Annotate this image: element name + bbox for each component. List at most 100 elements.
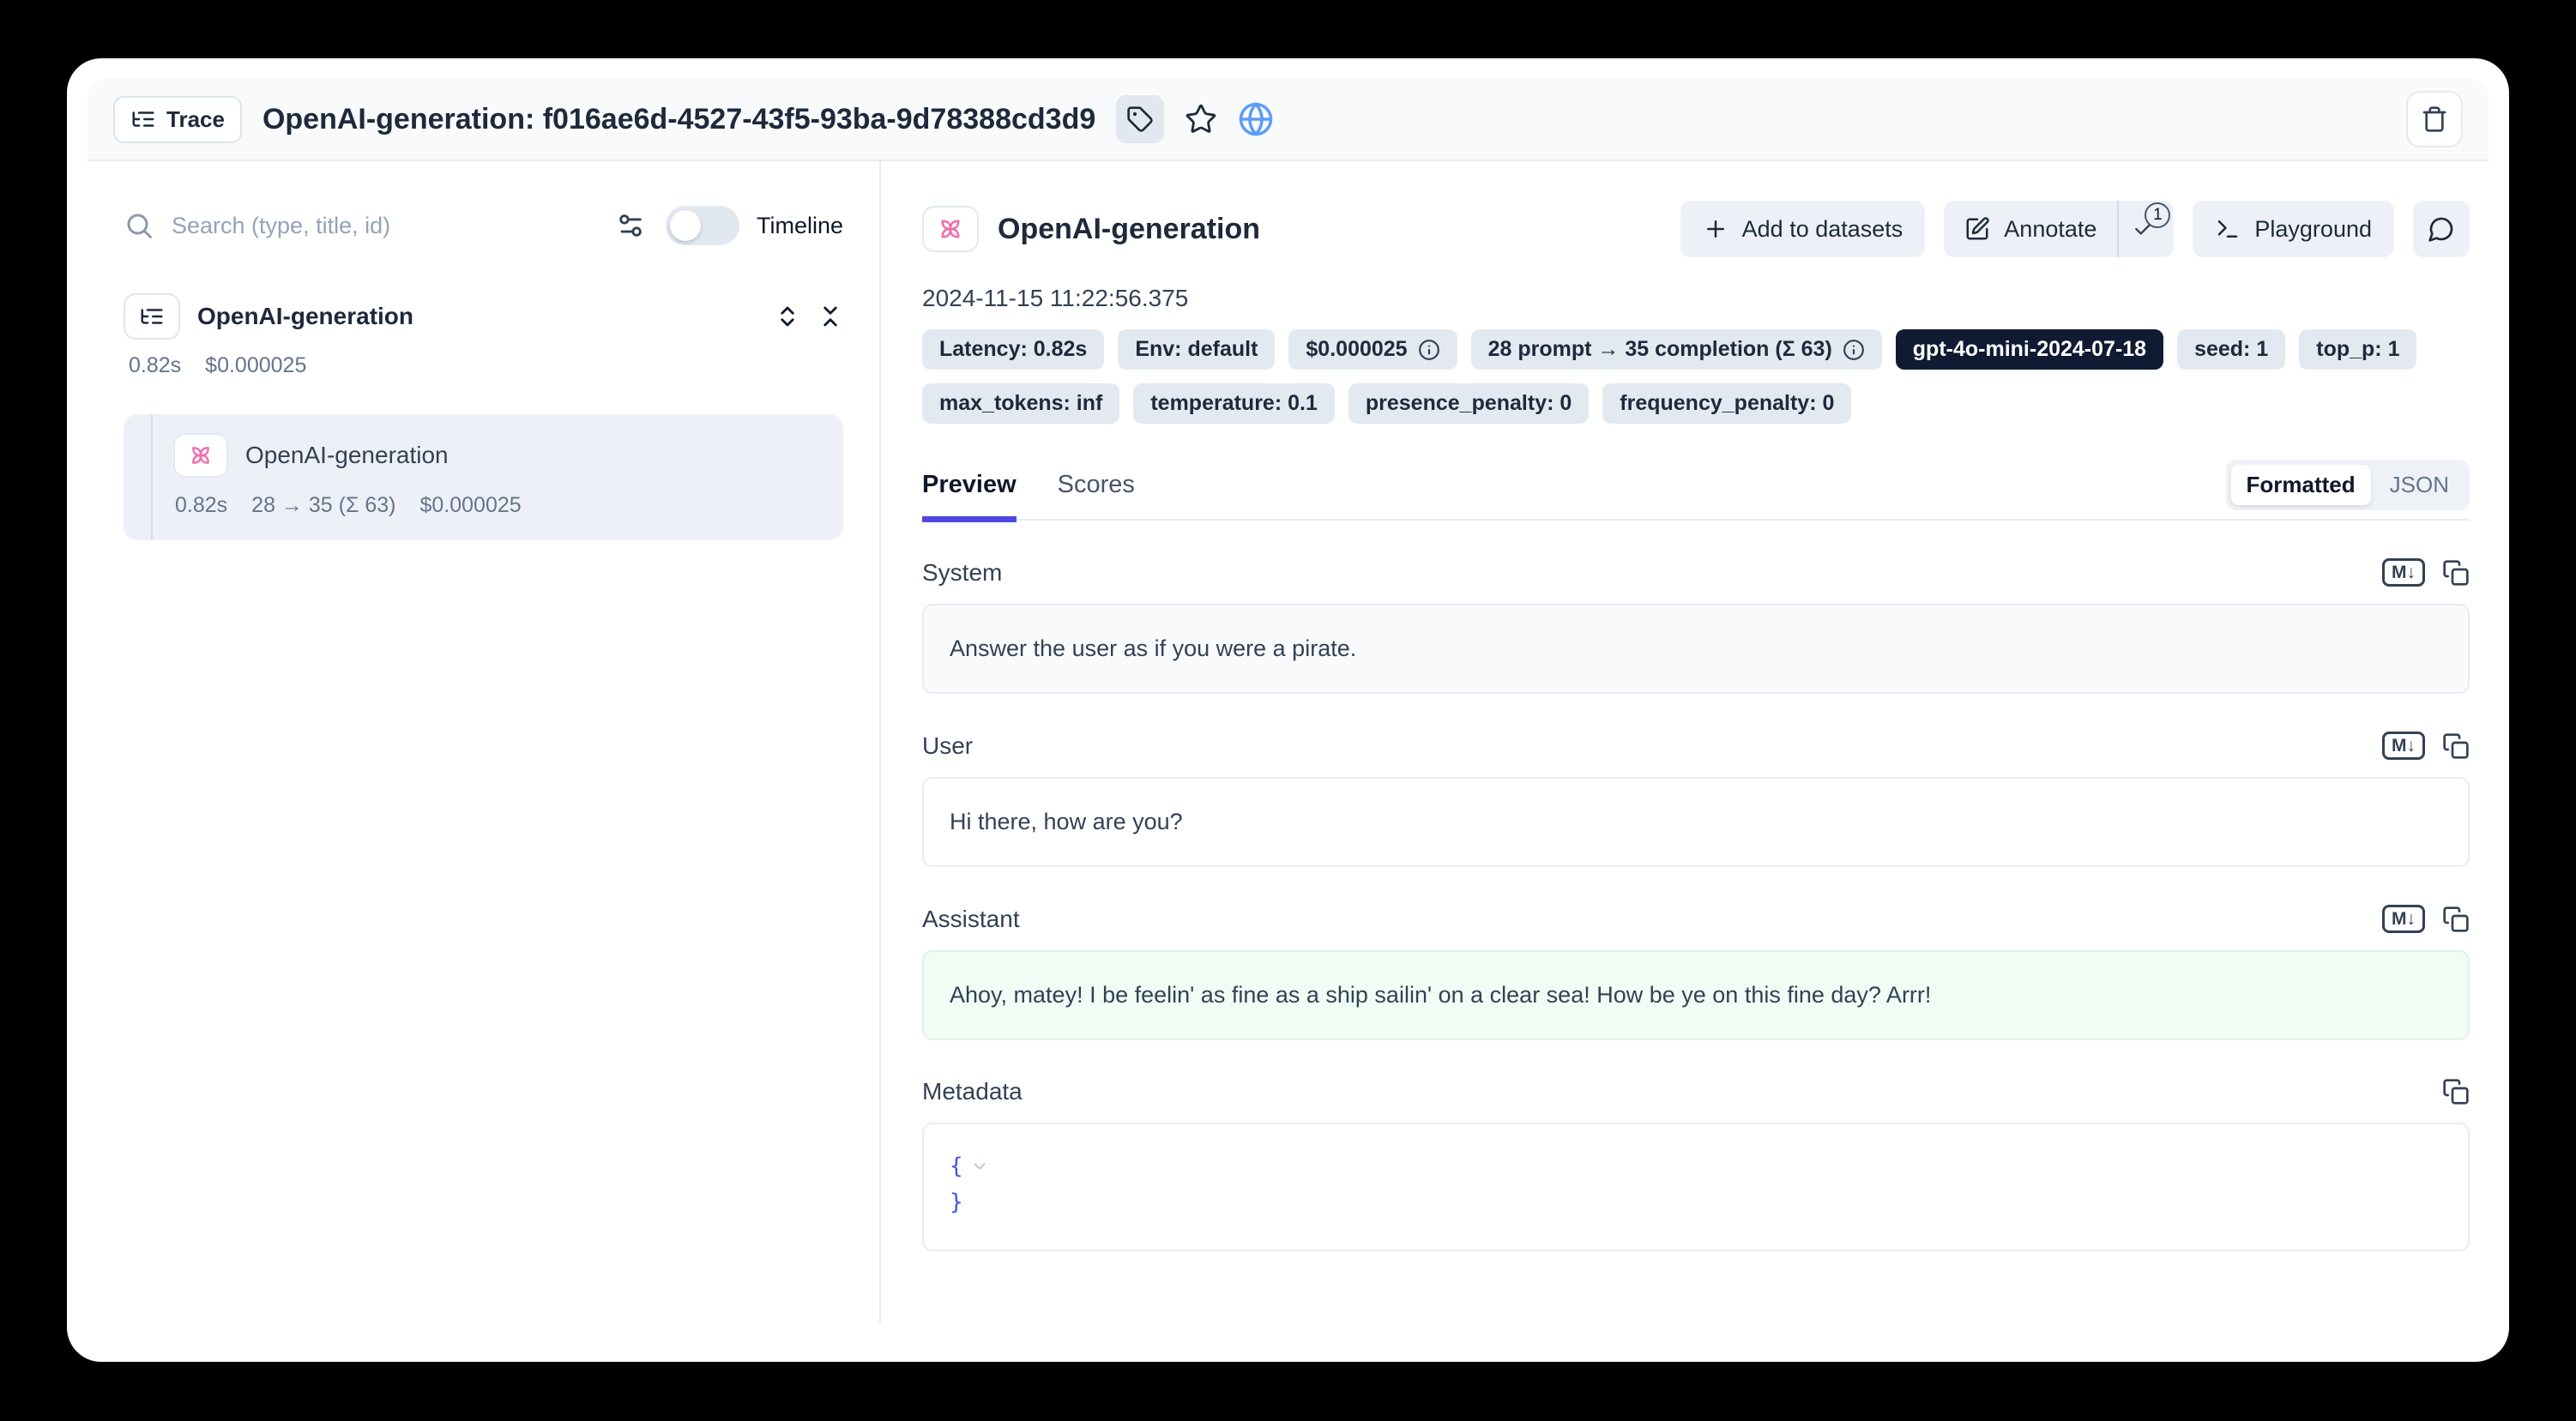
format-toggle: Formatted JSON <box>2226 460 2470 510</box>
pinwheel-generation-icon <box>936 214 965 244</box>
generation-badge <box>922 206 979 252</box>
markdown-toggle-icon[interactable]: M↓ <box>2382 732 2425 760</box>
copy-button[interactable] <box>2442 1078 2470 1105</box>
add-to-datasets-button[interactable]: Add to datasets <box>1680 201 1926 257</box>
tree-child-metrics: 0.82s 28 → 35 (Σ 63) $0.000025 <box>175 493 823 518</box>
square-pen-icon <box>1964 216 1990 242</box>
annotate-queue-button[interactable]: 1 <box>2119 201 2174 257</box>
plus-icon <box>1703 216 1728 242</box>
list-tree-icon <box>139 304 165 329</box>
trace-title: OpenAI-generation: f016ae6d-4527-43f5-93… <box>262 103 1095 136</box>
assistant-message-box: Ahoy, matey! I be feelin' as fine as a s… <box>922 950 2470 1040</box>
open-brace: { <box>950 1148 963 1184</box>
root-latency: 0.82s <box>129 353 181 378</box>
delete-trace-button[interactable] <box>2406 91 2463 148</box>
message-bubble-icon <box>2428 215 2455 243</box>
timeline-toggle[interactable] <box>666 206 739 245</box>
temperature-badge: temperature: 0.1 <box>1133 383 1335 424</box>
section-title: Assistant <box>922 906 1020 933</box>
section-title: User <box>922 732 973 760</box>
max-tokens-badge: max_tokens: inf <box>922 383 1119 424</box>
section-metadata: Metadata { } <box>922 1078 2470 1251</box>
json-close-brace-line: } <box>950 1184 2442 1220</box>
copy-icon <box>2442 732 2470 760</box>
public-link-button[interactable] <box>1238 101 1274 137</box>
generation-node-badge <box>173 433 228 478</box>
close-brace: } <box>950 1184 963 1220</box>
tab-preview[interactable]: Preview <box>922 471 1017 522</box>
root-cost: $0.000025 <box>205 353 306 378</box>
tree-generation-node-selected[interactable]: OpenAI-generation 0.82s 28 → 35 (Σ 63) $… <box>124 414 843 540</box>
search-input[interactable] <box>172 213 599 239</box>
trace-node-badge <box>124 293 180 340</box>
playground-label: Playground <box>2254 216 2372 243</box>
observation-title: OpenAI-generation <box>998 213 1260 246</box>
globe-icon <box>1238 101 1274 137</box>
copy-icon <box>2442 1078 2470 1105</box>
badge-row-1: Latency: 0.82s Env: default $0.000025 28… <box>922 329 2470 370</box>
info-icon <box>1418 339 1440 361</box>
detail-tabs: Preview Scores Formatted JSON <box>922 460 2470 521</box>
list-tree-icon <box>130 106 156 132</box>
comments-button[interactable] <box>2413 201 2470 257</box>
markdown-toggle-icon[interactable]: M↓ <box>2382 905 2425 933</box>
annotate-label: Annotate <box>2004 216 2096 243</box>
collapse-all-button[interactable] <box>817 304 843 329</box>
user-message-box: Hi there, how are you? <box>922 777 2470 867</box>
expand-all-button[interactable] <box>775 304 800 329</box>
copy-button[interactable] <box>2442 906 2470 933</box>
tree-search-row: Timeline <box>124 206 843 245</box>
observation-detail-panel: OpenAI-generation Add to datasets Annota… <box>881 161 2509 1324</box>
section-assistant-head: Assistant M↓ <box>922 905 2470 933</box>
child-latency: 0.82s <box>175 493 227 518</box>
section-user: User M↓ Hi there, how are you? <box>922 732 2470 867</box>
copy-button[interactable] <box>2442 559 2470 587</box>
tree-child-row: OpenAI-generation <box>173 433 823 478</box>
markdown-toggle-icon[interactable]: M↓ <box>2382 558 2425 587</box>
child-cost: $0.000025 <box>419 493 521 518</box>
section-title: System <box>922 559 1002 587</box>
section-user-head: User M↓ <box>922 732 2470 760</box>
tab-scores[interactable]: Scores <box>1058 471 1135 522</box>
cost-badge[interactable]: $0.000025 <box>1288 329 1457 370</box>
frequency-penalty-badge: frequency_penalty: 0 <box>1602 383 1851 424</box>
copy-button[interactable] <box>2442 732 2470 760</box>
app-body: Timeline OpenAI-generation 0.82s $0.0000… <box>67 161 2509 1362</box>
tag-icon <box>1126 105 1154 133</box>
system-message-box: Answer the user as if you were a pirate. <box>922 604 2470 694</box>
annotate-split-button: Annotate 1 <box>1944 201 2174 257</box>
sliders-icon <box>616 211 645 240</box>
tags-button[interactable] <box>1116 95 1164 143</box>
latency-badge: Latency: 0.82s <box>922 329 1104 370</box>
json-open-brace-line[interactable]: { <box>950 1148 2442 1184</box>
observation-timestamp: 2024-11-15 11:22:56.375 <box>922 285 2470 312</box>
info-icon <box>1843 339 1865 361</box>
format-toggle-formatted[interactable]: Formatted <box>2231 465 2371 505</box>
token-usage-badge[interactable]: 28 prompt → 35 completion (Σ 63) <box>1471 329 1882 370</box>
section-system-head: System M↓ <box>922 558 2470 587</box>
playground-button[interactable]: Playground <box>2193 201 2394 257</box>
unfold-vertical-icon <box>775 304 800 329</box>
fold-vertical-icon <box>817 304 843 329</box>
star-icon <box>1185 103 1217 135</box>
bookmark-star-button[interactable] <box>1185 103 1217 135</box>
format-toggle-json[interactable]: JSON <box>2374 465 2464 505</box>
app-window: Trace OpenAI-generation: f016ae6d-4527-4… <box>67 58 2509 1362</box>
view-settings-button[interactable] <box>616 211 645 240</box>
tree-root-node[interactable]: OpenAI-generation <box>124 293 843 340</box>
pinwheel-generation-icon <box>187 442 214 469</box>
terminal-icon <box>2215 216 2241 242</box>
tree-root-metrics: 0.82s $0.000025 <box>129 353 843 378</box>
copy-icon <box>2442 906 2470 933</box>
copy-icon <box>2442 559 2470 587</box>
chevron-down-icon[interactable] <box>970 1157 989 1176</box>
annotate-button[interactable]: Annotate <box>1944 201 2117 257</box>
timeline-label: Timeline <box>757 213 843 239</box>
annotate-count-badge: 1 <box>2145 202 2170 228</box>
search-icon <box>124 210 154 241</box>
presence-penalty-badge: presence_penalty: 0 <box>1348 383 1589 424</box>
model-badge[interactable]: gpt-4o-mini-2024-07-18 <box>1896 329 2163 370</box>
tree-child-label: OpenAI-generation <box>245 442 449 469</box>
trace-tree-sidebar: Timeline OpenAI-generation 0.82s $0.0000… <box>67 161 881 1324</box>
section-title: Metadata <box>922 1078 1023 1105</box>
